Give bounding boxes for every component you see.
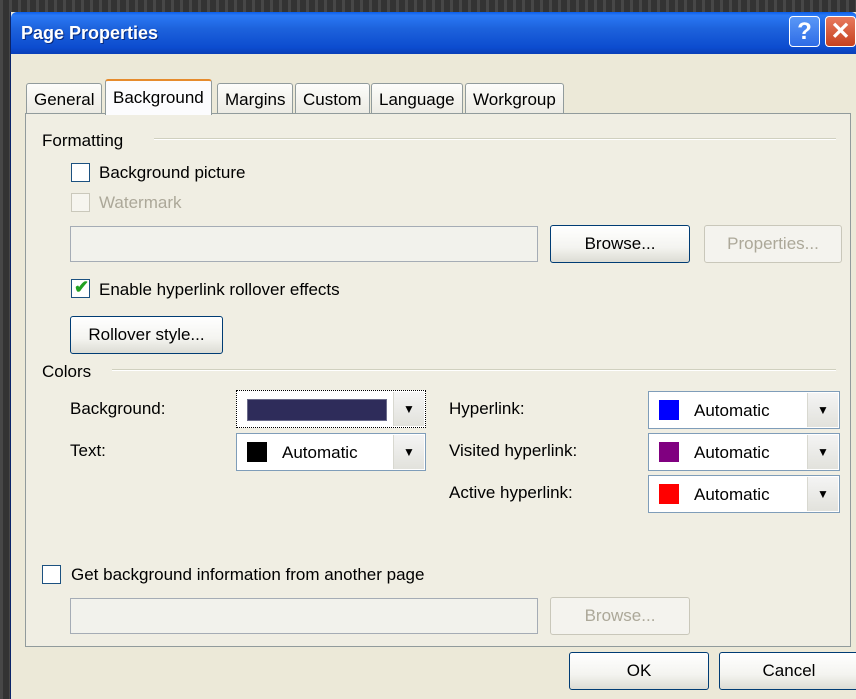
active-hyperlink-color-label: Active hyperlink:: [449, 483, 573, 502]
browse-picture-button[interactable]: Browse...: [550, 225, 690, 263]
tab-workgroup[interactable]: Workgroup: [465, 83, 564, 113]
close-icon: ✕: [830, 18, 851, 45]
rollover-effects-label: Enable hyperlink rollover effects: [99, 280, 340, 299]
other-page-label: Get background information from another …: [71, 565, 425, 584]
visited-hyperlink-color-select[interactable]: Automatic ▼: [648, 433, 840, 471]
dialog-title: Page Properties: [21, 23, 159, 43]
background-picture-label: Background picture: [99, 163, 246, 182]
browse-other-page-button: Browse...: [550, 597, 690, 635]
close-button[interactable]: ✕: [825, 16, 856, 47]
title-bar[interactable]: Page Properties ? ✕: [11, 12, 856, 54]
cancel-button[interactable]: Cancel: [719, 652, 856, 690]
checkmark-icon: ✔: [74, 277, 90, 297]
visited-hyperlink-color-swatch: [659, 442, 679, 462]
background-color-swatch: [247, 399, 387, 421]
properties-button: Properties...: [704, 225, 842, 263]
chevron-down-icon[interactable]: ▼: [393, 435, 424, 469]
watermark-label: Watermark: [99, 193, 182, 212]
tab-language[interactable]: Language: [371, 83, 463, 113]
visited-hyperlink-color-value: Automatic: [694, 443, 770, 462]
tab-custom[interactable]: Custom: [295, 83, 370, 113]
chevron-down-icon[interactable]: ▼: [807, 393, 838, 427]
tab-margins[interactable]: Margins: [217, 83, 294, 113]
formatting-group-label: Formatting: [42, 131, 124, 150]
chevron-down-icon[interactable]: ▼: [807, 477, 838, 511]
tab-bar: General Background Margins Custom Langua…: [11, 79, 856, 115]
other-page-checkbox[interactable]: [42, 565, 61, 584]
text-color-label: Text:: [70, 441, 106, 460]
help-button[interactable]: ?: [789, 16, 820, 47]
active-hyperlink-color-value: Automatic: [694, 485, 770, 504]
page-properties-dialog: Page Properties ? ✕ General Background M…: [10, 12, 856, 699]
background-picture-checkbox[interactable]: [71, 163, 90, 182]
picture-path-input: [70, 226, 538, 262]
hyperlink-color-swatch: [659, 400, 679, 420]
help-icon: ?: [797, 18, 812, 45]
tab-general[interactable]: General: [26, 83, 103, 113]
rollover-style-button[interactable]: Rollover style...: [70, 316, 223, 354]
formatting-divider: [154, 138, 836, 140]
chevron-down-icon[interactable]: ▼: [807, 435, 838, 469]
ok-button[interactable]: OK: [569, 652, 709, 690]
other-page-path-input: [70, 598, 538, 634]
watermark-checkbox: [71, 193, 90, 212]
colors-divider: [112, 369, 836, 371]
hyperlink-color-label: Hyperlink:: [449, 399, 525, 418]
background-tab-panel: Formatting Background picture Watermark …: [25, 113, 851, 647]
tab-background[interactable]: Background: [105, 79, 212, 115]
active-hyperlink-color-select[interactable]: Automatic ▼: [648, 475, 840, 513]
background-color-label: Background:: [70, 399, 166, 418]
rollover-effects-checkbox[interactable]: ✔: [71, 277, 90, 298]
active-hyperlink-color-swatch: [659, 484, 679, 504]
hyperlink-color-value: Automatic: [694, 401, 770, 420]
hyperlink-color-select[interactable]: Automatic ▼: [648, 391, 840, 429]
colors-group-label: Colors: [42, 362, 92, 381]
text-color-value: Automatic: [282, 443, 358, 462]
background-color-select[interactable]: ▼: [236, 390, 426, 428]
visited-hyperlink-color-label: Visited hyperlink:: [449, 441, 578, 460]
text-color-select[interactable]: Automatic ▼: [236, 433, 426, 471]
text-color-swatch: [247, 442, 267, 462]
chevron-down-icon[interactable]: ▼: [393, 392, 424, 426]
